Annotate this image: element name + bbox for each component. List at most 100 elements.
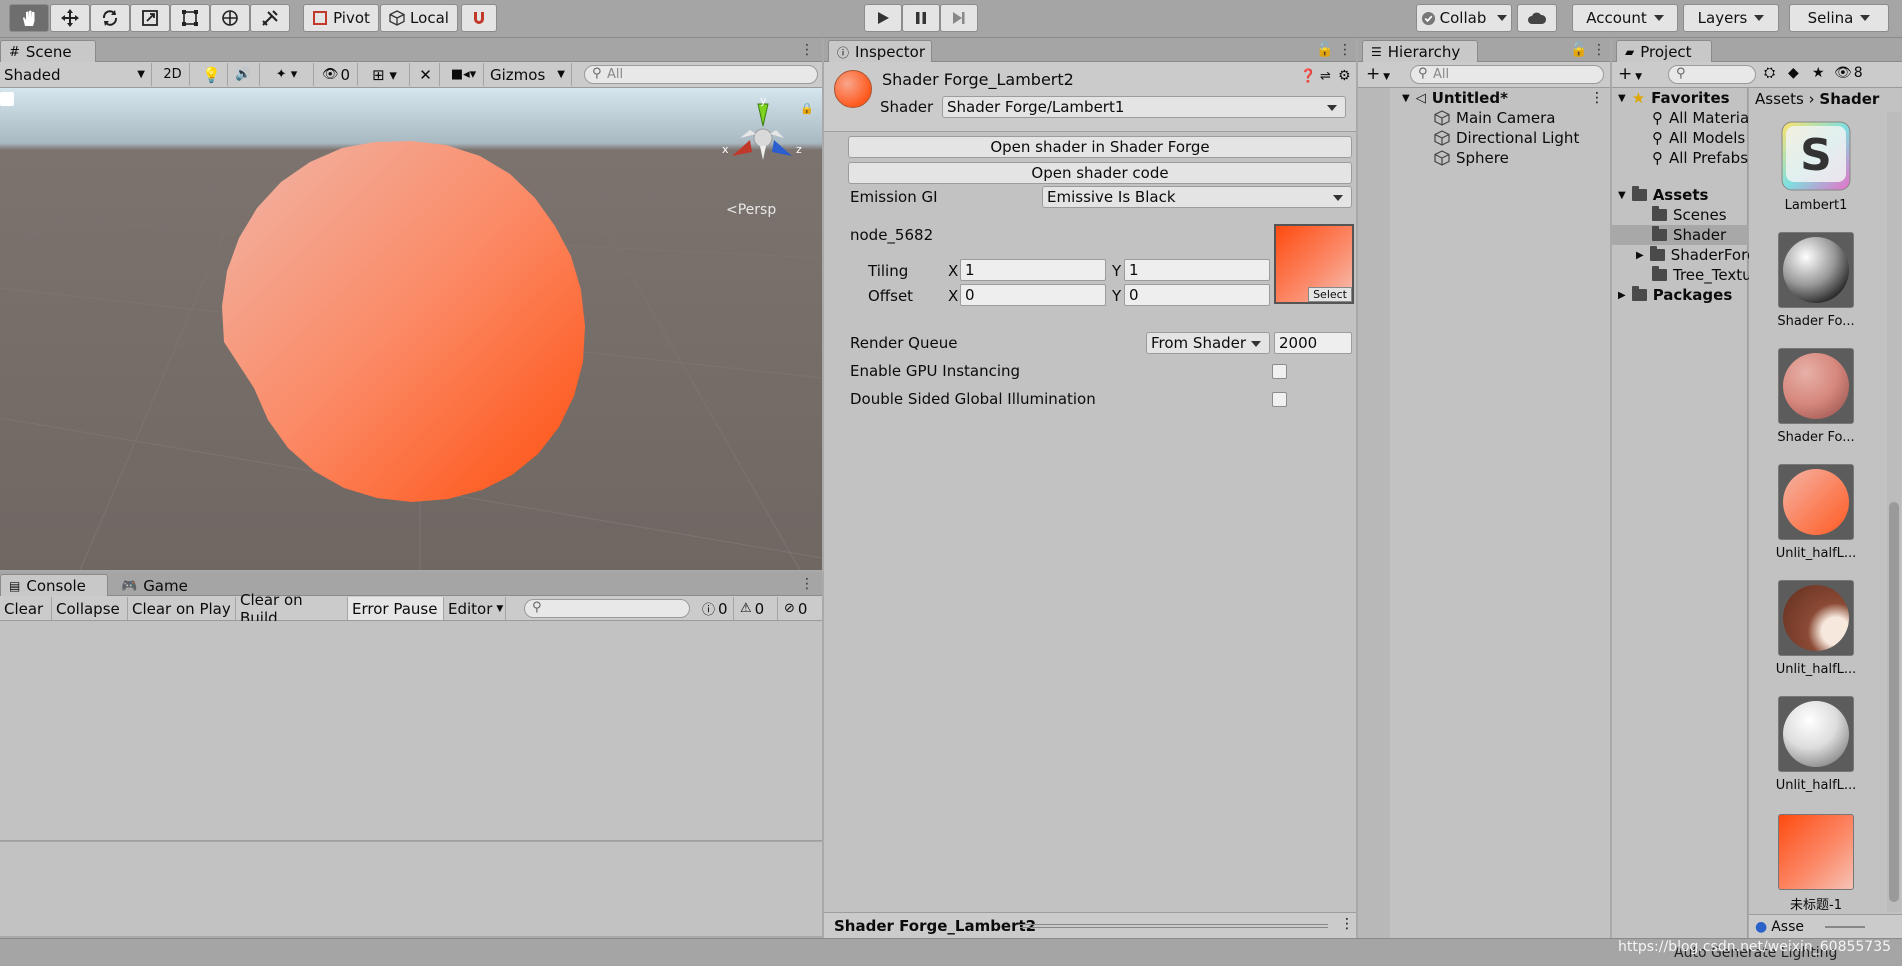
- folder-shaderforge[interactable]: ▶ ShaderForg: [1636, 245, 1757, 265]
- gizmos-dropdown[interactable]: Gizmos ▼: [486, 63, 572, 86]
- project-scrollbar[interactable]: [1887, 112, 1901, 912]
- hierarchy-add-button[interactable]: + ▼: [1366, 64, 1390, 84]
- cloud-button[interactable]: [1517, 4, 1557, 32]
- project-search-input[interactable]: [1668, 65, 1756, 84]
- 2d-toggle[interactable]: 2D: [156, 63, 190, 86]
- preview-menu-icon[interactable]: ⋮: [1340, 916, 1354, 932]
- asset-thumb-shader-forge-2[interactable]: [1778, 348, 1854, 424]
- texture-slot[interactable]: Select: [1274, 224, 1354, 304]
- help-icon[interactable]: ❓: [1300, 69, 1316, 84]
- asset-thumb-unlit-1[interactable]: [1778, 464, 1854, 540]
- scene-menu-icon[interactable]: ⋮: [1590, 90, 1604, 106]
- scene-visibility-toggle[interactable]: 👁 0: [318, 63, 358, 86]
- move-tool-button[interactable]: [50, 4, 90, 32]
- hierarchy-item-sphere[interactable]: Sphere: [1434, 148, 1509, 168]
- scene-tools-button[interactable]: ✕: [412, 63, 440, 86]
- perspective-label[interactable]: <Persp: [726, 202, 776, 218]
- pivot-toggle[interactable]: Pivot: [303, 4, 379, 32]
- tiling-x-field[interactable]: 1: [960, 259, 1106, 281]
- hierarchy-tab-menu-icon[interactable]: ⋮: [1592, 42, 1606, 58]
- sphere-object[interactable]: [0, 88, 822, 570]
- error-filter-toggle[interactable]: ⊘ 0: [780, 597, 822, 620]
- offset-y-field[interactable]: 0: [1124, 284, 1270, 306]
- folder-scenes[interactable]: Scenes: [1652, 205, 1727, 225]
- clear-on-play-button[interactable]: Clear on Play: [128, 597, 236, 620]
- asset-thumb-unlit-2[interactable]: [1778, 580, 1854, 656]
- scene-tab-menu-icon[interactable]: ⋮: [800, 42, 814, 58]
- console-detail-area[interactable]: [0, 842, 822, 936]
- tab-project[interactable]: ▰ Project: [1616, 40, 1712, 63]
- console-clear-button[interactable]: Clear: [0, 597, 52, 620]
- project-scrollbar-thumb[interactable]: [1889, 502, 1899, 902]
- orientation-gizmo[interactable]: x y z: [710, 96, 810, 186]
- thumbnail-size-slider[interactable]: [1825, 926, 1865, 928]
- pause-button[interactable]: [902, 4, 940, 32]
- audio-toggle[interactable]: 🔊: [228, 63, 260, 86]
- rect-tool-button[interactable]: [170, 4, 210, 32]
- account-dropdown[interactable]: Account: [1572, 4, 1678, 32]
- favorite-all-prefabs[interactable]: ⚲ All Prefabs: [1652, 148, 1748, 168]
- hierarchy-item-main-camera[interactable]: Main Camera: [1434, 108, 1555, 128]
- emission-gi-dropdown[interactable]: Emissive Is Black: [1042, 186, 1352, 208]
- shader-dropdown[interactable]: Shader Forge/Lambert1: [942, 96, 1346, 118]
- layers-dropdown[interactable]: Layers: [1683, 4, 1779, 32]
- lighting-toggle[interactable]: 💡: [196, 63, 228, 86]
- gear-icon[interactable]: ⚙: [1338, 68, 1351, 84]
- breadcrumb-shader[interactable]: Shader: [1819, 90, 1879, 108]
- play-button[interactable]: [864, 4, 902, 32]
- editor-dropdown[interactable]: Editor ▼: [444, 597, 506, 620]
- double-sided-gi-checkbox[interactable]: [1272, 392, 1287, 407]
- warning-filter-toggle[interactable]: ⚠ 0: [736, 597, 778, 620]
- offset-x-field[interactable]: 0: [960, 284, 1106, 306]
- scene-root-item[interactable]: ▼ ◁ Untitled*: [1402, 88, 1508, 108]
- folder-tree-textures[interactable]: Tree_Textu: [1652, 265, 1752, 285]
- tab-game[interactable]: 🎮 Game: [112, 574, 202, 597]
- console-search-input[interactable]: [524, 599, 690, 618]
- scene-viewport[interactable]: x y z 🔒 <Persp: [0, 88, 822, 570]
- preview-drag-handle[interactable]: [1020, 924, 1328, 928]
- asset-thumb-texture-untitled[interactable]: [1778, 814, 1854, 890]
- tab-hierarchy[interactable]: ☰ Hierarchy: [1362, 40, 1478, 63]
- grid-snap-dropdown[interactable]: ⊞ ▾: [360, 63, 410, 86]
- hand-tool-button[interactable]: [9, 4, 49, 32]
- collab-dropdown[interactable]: Collab: [1416, 4, 1512, 32]
- hidden-packages-toggle[interactable]: 👁 8: [1834, 65, 1863, 81]
- hierarchy-lock-icon[interactable]: 🔓: [1570, 42, 1587, 58]
- console-tab-menu-icon[interactable]: ⋮: [800, 576, 814, 592]
- asset-thumb-unlit-3[interactable]: [1778, 696, 1854, 772]
- open-in-shader-forge-button[interactable]: Open shader in Shader Forge: [848, 136, 1352, 158]
- console-log-list[interactable]: [0, 621, 822, 841]
- rotate-tool-button[interactable]: [90, 4, 130, 32]
- tab-inspector[interactable]: ⓘ Inspector: [828, 40, 932, 63]
- custom-tool-button[interactable]: [250, 4, 290, 32]
- folder-shader[interactable]: Shader: [1652, 225, 1726, 245]
- asset-thumb-shader-forge-1[interactable]: [1778, 232, 1854, 308]
- packages-folder[interactable]: ▶ Packages: [1618, 285, 1732, 305]
- transform-tool-button[interactable]: [210, 4, 250, 32]
- asset-thumb-lambert1[interactable]: S: [1778, 118, 1854, 194]
- project-add-button[interactable]: + ▼: [1618, 64, 1642, 84]
- tiling-y-field[interactable]: 1: [1124, 259, 1270, 281]
- scene-search-input[interactable]: All: [584, 65, 818, 84]
- hierarchy-search-input[interactable]: All: [1410, 65, 1604, 84]
- scale-tool-button[interactable]: [130, 4, 170, 32]
- inspector-preview-bar[interactable]: Shader Forge_Lambert2 ⋮: [824, 912, 1356, 938]
- favorites-group[interactable]: ▼ ★ Favorites: [1618, 88, 1730, 108]
- tab-scene[interactable]: # Scene: [0, 40, 96, 63]
- layout-dropdown[interactable]: Selina: [1789, 4, 1889, 32]
- inspector-tab-menu-icon[interactable]: ⋮: [1338, 42, 1352, 58]
- effects-dropdown[interactable]: ✦ ▾: [260, 63, 314, 86]
- search-by-label-icon[interactable]: ◆: [1788, 65, 1799, 81]
- shading-mode-dropdown[interactable]: Shaded ▼: [0, 63, 152, 86]
- clear-on-build-button[interactable]: Clear on Build: [236, 591, 348, 627]
- search-by-type-icon[interactable]: ⛭: [1764, 65, 1775, 81]
- favorite-star-icon[interactable]: ★: [1812, 65, 1825, 81]
- local-toggle[interactable]: Local: [380, 4, 458, 32]
- hierarchy-item-directional-light[interactable]: Directional Light: [1434, 128, 1579, 148]
- console-collapse-button[interactable]: Collapse: [52, 597, 128, 620]
- inspector-lock-icon[interactable]: 🔓: [1316, 42, 1333, 58]
- tab-console[interactable]: ▤ Console: [0, 574, 108, 597]
- gpu-instancing-checkbox[interactable]: [1272, 364, 1287, 379]
- breadcrumb-assets[interactable]: Assets: [1755, 90, 1804, 108]
- favorite-all-models[interactable]: ⚲ All Models: [1652, 128, 1745, 148]
